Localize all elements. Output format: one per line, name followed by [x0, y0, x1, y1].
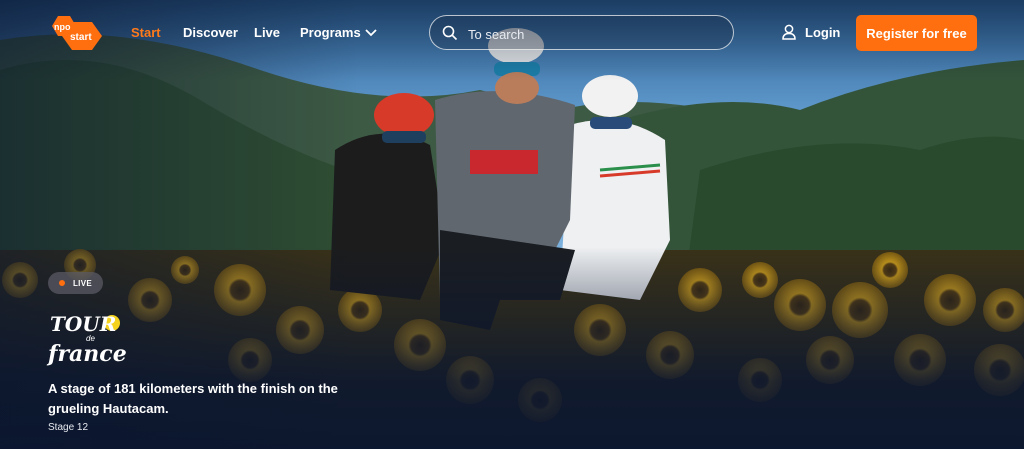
nav-live[interactable]: Live — [254, 25, 280, 40]
hero-subtitle: Stage 12 — [48, 422, 89, 433]
live-badge-label: LIVE — [73, 278, 92, 288]
nav-programs[interactable]: Programs — [300, 25, 361, 40]
hero-description[interactable]: A stage of 181 kilometers with the finis… — [48, 379, 348, 419]
top-navigation-bar: npo start Start Discover Live Programs L… — [0, 0, 1024, 66]
login-button[interactable]: Login — [782, 24, 840, 40]
live-dot-icon — [59, 280, 65, 286]
tdf-logo-france: france — [46, 341, 127, 367]
tour-de-france-logo[interactable]: TOUR de france — [46, 305, 130, 369]
user-icon — [782, 24, 796, 40]
logo-text-start: start — [70, 32, 92, 43]
search-input[interactable] — [466, 23, 720, 45]
chevron-down-icon[interactable] — [365, 28, 377, 38]
nav-discover[interactable]: Discover — [183, 25, 238, 40]
search-icon — [442, 25, 458, 41]
npo-start-logo[interactable]: npo start — [48, 12, 106, 54]
register-button[interactable]: Register for free — [856, 15, 977, 51]
tdf-logo-tour: TOUR — [50, 312, 116, 336]
search-bar[interactable] — [429, 15, 734, 50]
logo-text-npo: npo — [54, 22, 71, 32]
hero-stage: npo start Start Discover Live Programs L… — [0, 0, 1024, 449]
login-label: Login — [805, 24, 841, 40]
live-badge: LIVE — [48, 272, 103, 294]
nav-start[interactable]: Start — [131, 25, 161, 40]
